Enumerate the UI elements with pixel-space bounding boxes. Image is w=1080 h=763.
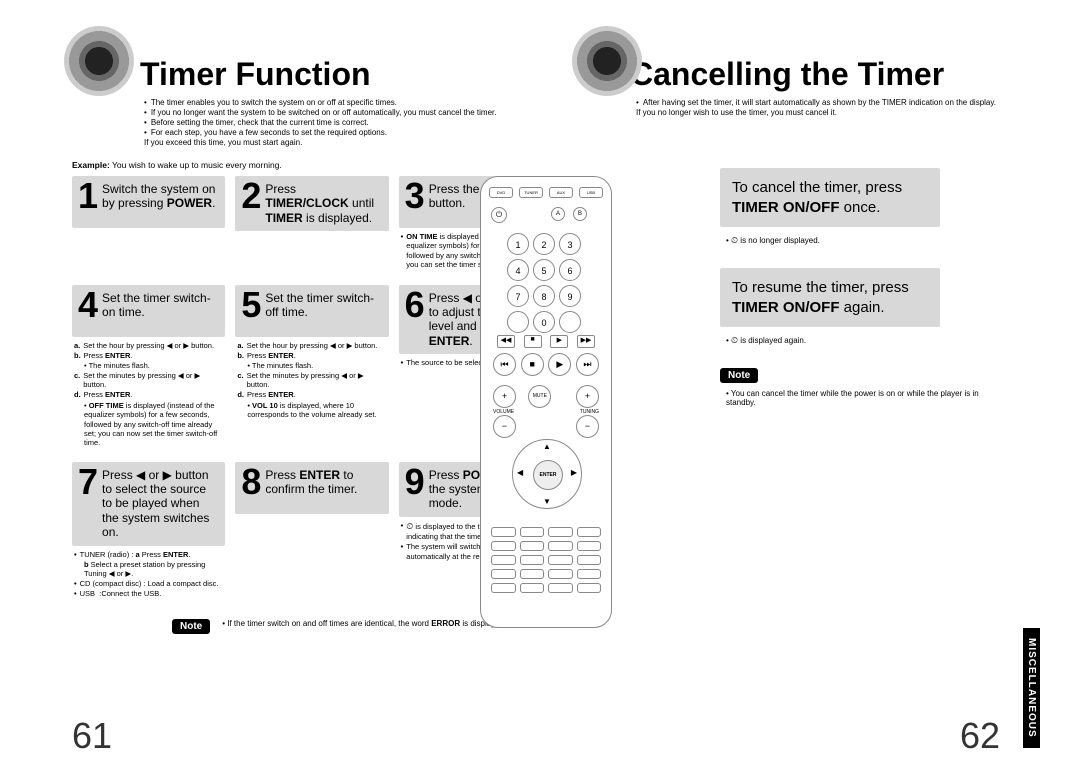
power-icon: ⏻ [491, 207, 507, 223]
remote-play: ▶ [548, 353, 571, 376]
step-7: 7 Press ◀ or ▶ button to select the sour… [72, 462, 225, 546]
page-number-61: 61 [72, 715, 112, 757]
cancel-sub: • is no longer displayed. [726, 235, 1000, 246]
remote-vol-dn: − [493, 415, 516, 438]
remote-stop: ■ [521, 353, 544, 376]
intro-bullets: The timer enables you to switch the syst… [144, 98, 552, 148]
remote-vol-up: + [493, 385, 516, 408]
step-4: 4 Set the timer switch-on time. [72, 285, 225, 337]
page-title-right: Cancelling the Timer [630, 58, 1000, 90]
speaker-art-icon [572, 26, 642, 96]
remote-mute: MUTE [528, 385, 551, 408]
step-5-sub: a.Set the hour by pressing ◀ or ▶ button… [235, 341, 388, 420]
remote-btn-tuner: TUNER [519, 187, 543, 198]
example-line: Example: You wish to wake up to music ev… [72, 160, 552, 170]
speaker-art-icon [64, 26, 134, 96]
step-1: 1 Switch the system on by pressing POWER… [72, 176, 225, 228]
remote-btn-dvd: DVD [489, 187, 513, 198]
step-8: 8 Press ENTER to confirm the timer. [235, 462, 388, 514]
remote-enter: ENTER [533, 460, 563, 490]
cancel-box: To cancel the timer, press TIMER ON/OFF … [720, 168, 940, 227]
note-label: Note [172, 619, 210, 634]
note-text-right: • You can cancel the timer while the pow… [726, 389, 1000, 407]
note-label-right: Note [720, 368, 758, 383]
remote-btn-aux: AUX [549, 187, 573, 198]
page-number-62: 62 [960, 715, 1000, 757]
intro-bullets-right: After having set the timer, it will star… [636, 98, 1000, 118]
step-5: 5 Set the timer switch-off time. [235, 285, 388, 337]
step-4-sub: a.Set the hour by pressing ◀ or ▶ button… [72, 341, 225, 448]
remote-a-btn: A [551, 207, 565, 221]
page-title: Timer Function [140, 58, 552, 90]
step-7-sub: •TUNER (radio) : a Press ENTER. b Select… [72, 550, 225, 599]
section-tab: MISCELLANEOUS [1023, 628, 1040, 748]
resume-box: To resume the timer, press TIMER ON/OFF … [720, 268, 940, 327]
remote-prev: ⏮ [493, 353, 516, 376]
resume-sub: • is displayed again. [726, 335, 1000, 346]
remote-numpad: 123 456 789 0 [507, 233, 581, 333]
page-62: Cancelling the Timer After having set th… [580, 20, 1000, 743]
remote-dpad: ▲ ▼ ◀ ▶ ENTER [512, 439, 582, 509]
step-2: 2 Press TIMER/CLOCK until TIMER is displ… [235, 176, 388, 231]
